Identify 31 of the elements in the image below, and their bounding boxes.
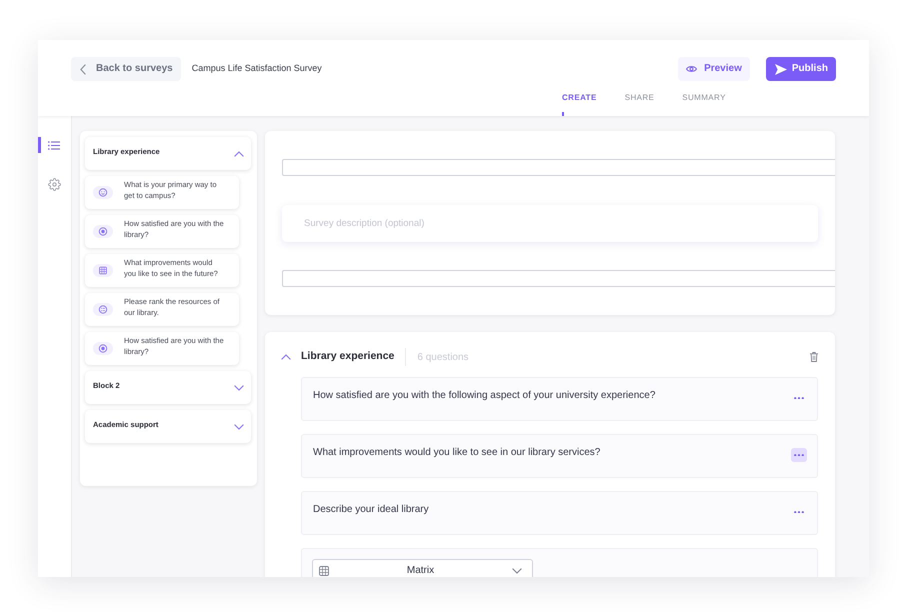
chevron-left-icon <box>80 64 86 74</box>
more-icon <box>794 396 804 400</box>
radio-icon <box>93 342 113 355</box>
more-button[interactable] <box>791 448 807 462</box>
survey-title: Campus Life Satisfaction Survey <box>192 62 322 76</box>
more-icon <box>794 510 804 514</box>
more-icon <box>794 454 804 456</box>
question-text: How satisfied are you with the following aspect of your university experience? <box>313 390 656 402</box>
eye-icon <box>686 65 698 73</box>
input-field[interactable] <box>282 270 835 287</box>
chevron-down-icon <box>512 568 522 574</box>
question-type-dropdown[interactable]: Matrix <box>312 559 533 577</box>
chevron-up-icon[interactable] <box>281 354 291 360</box>
grid-icon <box>93 264 113 277</box>
description-field[interactable]: Survey description (optional) <box>282 205 818 242</box>
smiley-icon <box>93 186 113 199</box>
grid-icon <box>319 566 329 576</box>
back-button[interactable]: Back to surveys <box>71 57 181 81</box>
publish-button[interactable]: Publish <box>766 57 836 81</box>
send-icon <box>774 64 787 74</box>
input-field[interactable] <box>282 159 835 176</box>
trash-icon[interactable] <box>810 352 818 362</box>
question-text: What improvements would you like to see in our library services? <box>313 447 600 459</box>
tab[interactable]: CREATE <box>562 93 597 116</box>
radio-icon <box>93 225 113 238</box>
preview-button[interactable]: Preview <box>678 57 750 81</box>
list-icon <box>93 303 113 316</box>
block-title: Library experience <box>301 349 394 364</box>
settings-icon <box>48 178 60 190</box>
list-icon <box>48 140 60 150</box>
question-text: Describe your ideal library <box>313 504 429 516</box>
